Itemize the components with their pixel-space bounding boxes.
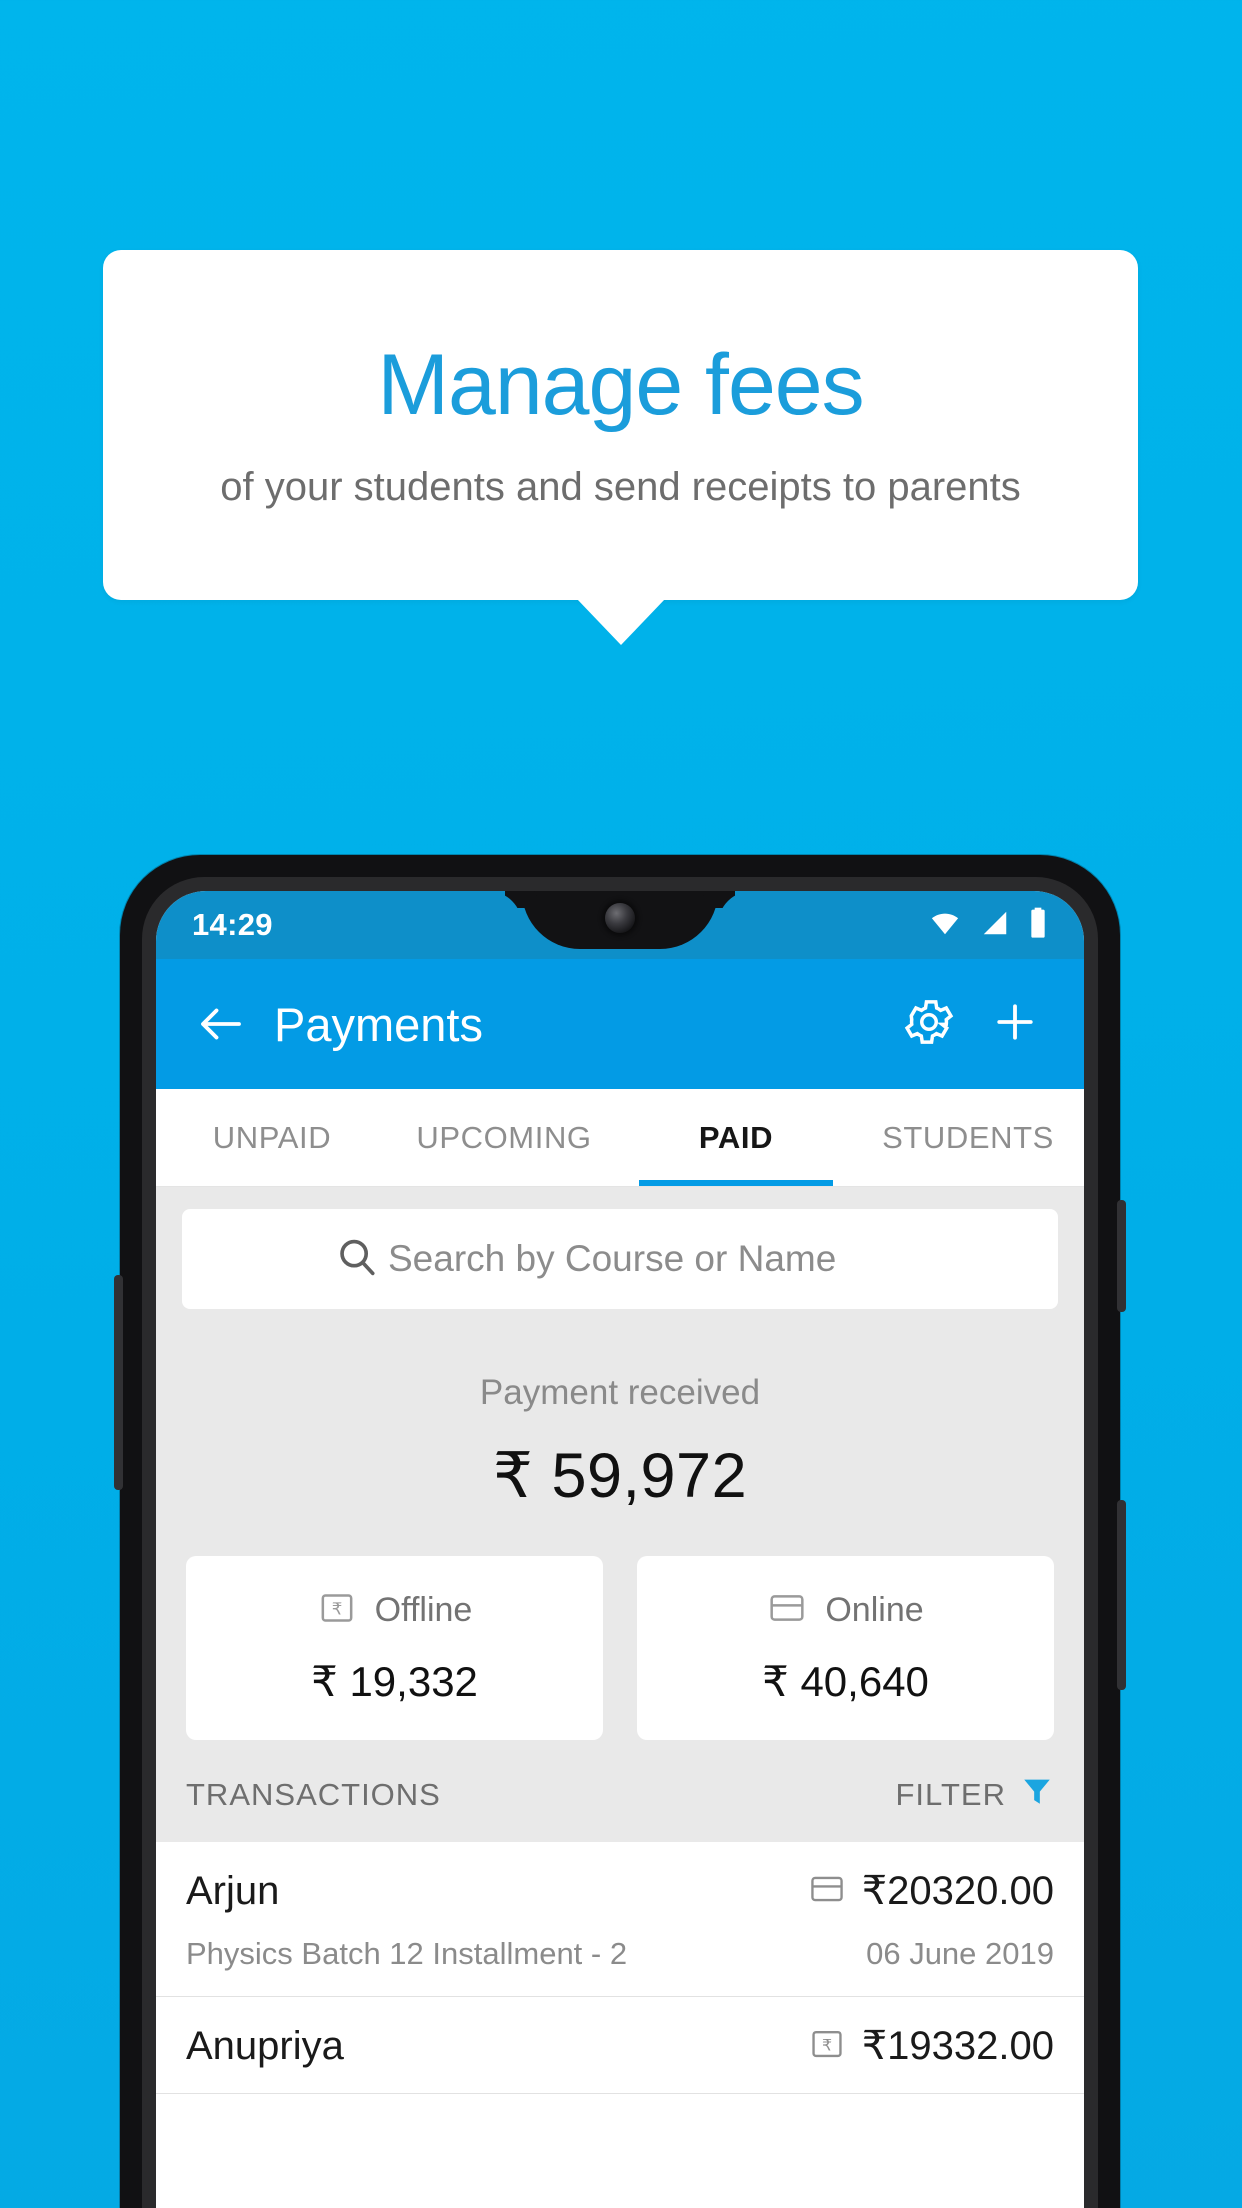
search-placeholder: Search by Course or Name	[388, 1238, 837, 1279]
funnel-icon	[1020, 1774, 1054, 1816]
status-bar-clock: 14:29	[192, 907, 273, 942]
rupee-note-icon: ₹	[317, 1588, 357, 1633]
tab-upcoming[interactable]: UPCOMING	[388, 1089, 620, 1186]
promo-title: Manage fees	[377, 337, 864, 434]
status-bar: 14:29	[156, 891, 1084, 959]
phone-side-button-volume[interactable]	[1117, 1500, 1126, 1690]
offline-label: Offline	[374, 1591, 473, 1629]
phone-notch	[522, 891, 718, 949]
filter-button[interactable]: FILTER	[896, 1774, 1055, 1816]
tab-paid[interactable]: PAID	[620, 1089, 852, 1186]
offline-card[interactable]: ₹ Offline ₹ 19,332	[186, 1556, 603, 1740]
transactions-label: TRANSACTIONS	[186, 1777, 441, 1812]
transactions-list: Arjun ₹20320.00 Physics Batch 12 Install…	[156, 1842, 1084, 2094]
transaction-description: Physics Batch 12 Installment - 2	[186, 1936, 628, 1971]
search-icon	[334, 1234, 380, 1285]
transaction-amount: ₹20320.00	[861, 1869, 1054, 1913]
transaction-amount: ₹19332.00	[861, 2024, 1054, 2068]
phone-bezel: 14:29 Payments UNPAID UPCOMING PAID STUD…	[142, 877, 1098, 2208]
app-bar: Payments	[156, 959, 1084, 1089]
promo-callout: Manage fees of your students and send re…	[103, 250, 1138, 600]
back-button[interactable]	[190, 993, 252, 1055]
table-row[interactable]: Anupriya ₹ ₹19332.00	[156, 1997, 1084, 2094]
phone-side-button-left[interactable]	[114, 1275, 123, 1490]
payment-received-amount: ₹ 59,972	[492, 1441, 748, 1511]
online-label: Online	[825, 1591, 924, 1629]
credit-card-icon	[767, 1588, 807, 1633]
offline-amount: ₹ 19,332	[311, 1658, 478, 1705]
online-amount: ₹ 40,640	[762, 1658, 929, 1705]
transactions-header: TRANSACTIONS FILTER	[156, 1740, 1084, 1842]
breakdown-cards: ₹ Offline ₹ 19,332 Online ₹ 40,640	[156, 1522, 1084, 1740]
plus-icon	[988, 995, 1042, 1054]
transaction-name: Anupriya	[186, 2023, 344, 2068]
battery-icon	[1028, 907, 1048, 944]
online-card[interactable]: Online ₹ 40,640	[637, 1556, 1054, 1740]
table-row[interactable]: Arjun ₹20320.00 Physics Batch 12 Install…	[156, 1842, 1084, 1997]
wifi-icon	[928, 908, 962, 943]
paid-tab-content: Search by Course or Name Payment receive…	[156, 1187, 1084, 2094]
filter-label: FILTER	[895, 1777, 1006, 1812]
tab-bar: UNPAID UPCOMING PAID STUDENTS	[156, 1089, 1084, 1187]
promo-callout-tail	[577, 599, 665, 645]
phone-mockup: 14:29 Payments UNPAID UPCOMING PAID STUD…	[114, 855, 1126, 2208]
search-input[interactable]: Search by Course or Name	[182, 1209, 1058, 1309]
search-section: Search by Course or Name	[156, 1187, 1084, 1309]
svg-text:₹: ₹	[822, 2035, 832, 2054]
credit-card-icon	[808, 1870, 846, 1913]
add-payment-button[interactable]	[980, 989, 1050, 1059]
front-camera	[605, 903, 635, 933]
page-title: Payments	[274, 997, 483, 1051]
svg-text:₹: ₹	[331, 1600, 342, 1619]
gear-icon	[901, 994, 957, 1055]
transaction-name: Arjun	[186, 1868, 280, 1913]
tab-unpaid[interactable]: UNPAID	[156, 1089, 388, 1186]
payment-received-label: Payment received	[479, 1373, 761, 1412]
settings-button[interactable]	[894, 989, 964, 1059]
tab-students[interactable]: STUDENTS	[852, 1089, 1084, 1186]
transaction-date: 06 June 2019	[866, 1936, 1054, 1971]
signal-icon	[980, 908, 1010, 943]
phone-screen: 14:29 Payments UNPAID UPCOMING PAID STUD…	[156, 891, 1084, 2208]
payment-summary: Payment received ₹ 59,972	[156, 1309, 1084, 1522]
promo-subtitle: of your students and send receipts to pa…	[220, 464, 1021, 509]
phone-side-button-power[interactable]	[1117, 1200, 1126, 1312]
rupee-note-icon: ₹	[808, 2025, 846, 2068]
